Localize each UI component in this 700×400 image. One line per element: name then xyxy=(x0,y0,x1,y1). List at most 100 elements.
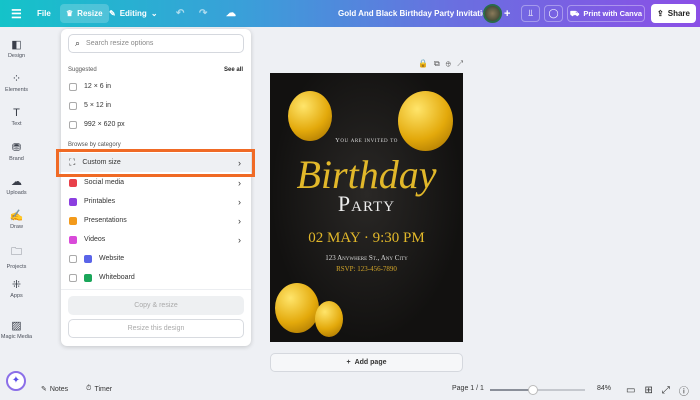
editing-label: Editing xyxy=(119,9,147,18)
printables-icon xyxy=(69,197,77,206)
help-icon[interactable]: ⓘ xyxy=(679,383,689,398)
sidebar-item-draw[interactable]: ✍ Draw xyxy=(0,209,33,230)
avatar[interactable] xyxy=(483,4,502,23)
design-icon: ◧ xyxy=(11,39,22,51)
crown-icon: ♛ xyxy=(66,9,74,18)
category-videos[interactable]: Videos › xyxy=(61,230,251,249)
notes-label: Notes xyxy=(49,385,69,393)
magic-assistant-button[interactable]: ✦ xyxy=(6,371,26,391)
suggestion-item[interactable]: 5 × 12 in xyxy=(61,96,251,115)
chevron-right-icon: › xyxy=(238,196,241,207)
text-icon: T xyxy=(13,107,20,119)
brand-icon: ⛃ xyxy=(11,142,22,154)
suggestion-label: 5 × 12 in xyxy=(84,102,112,109)
pages-view-icon[interactable]: ▭ xyxy=(626,385,635,396)
top-bar: ☰ File ♛ Resize ✎ Editing ⌄ ↶ ↷ ☁ Gold And … xyxy=(0,0,700,27)
sidebar-item-text[interactable]: T Text xyxy=(0,107,33,127)
sidebar-item-magic-media[interactable]: ▨ Magic Media xyxy=(0,319,33,340)
page-indicator[interactable]: Page 1 / 1 xyxy=(452,385,484,392)
category-website[interactable]: Website xyxy=(61,249,251,268)
custom-size-highlight xyxy=(56,149,255,177)
grid-view-icon[interactable]: ⊞ xyxy=(644,385,652,396)
undo-icon[interactable]: ↶ xyxy=(176,8,184,19)
print-button[interactable]: ⛟ Print with Canva xyxy=(567,5,645,22)
checkbox[interactable] xyxy=(69,120,77,129)
search-input[interactable]: ⌕ Search resize options xyxy=(68,34,244,53)
editing-dropdown[interactable]: ✎ Editing ⌄ xyxy=(109,9,158,18)
zoom-slider-thumb[interactable] xyxy=(527,385,538,395)
sidebar-label: Draw xyxy=(10,224,23,230)
add-collaborator-icon[interactable]: + xyxy=(504,8,510,20)
resize-button[interactable]: ♛ Resize xyxy=(60,4,109,23)
chevron-right-icon: › xyxy=(238,234,241,245)
page-tools-icons[interactable]: 🔒⧉⊕↗ xyxy=(418,59,469,69)
see-all-link[interactable]: See all xyxy=(224,67,243,73)
zoom-slider[interactable] xyxy=(490,385,585,395)
zoom-level[interactable]: 84% xyxy=(597,385,611,392)
chevron-right-icon: › xyxy=(238,177,241,188)
analytics-icon[interactable]: ⫫ xyxy=(521,5,540,22)
truck-icon: ⛟ xyxy=(569,8,580,18)
website-icon xyxy=(84,254,92,263)
pencil-icon: ✎ xyxy=(109,9,116,18)
balloon-image xyxy=(275,283,319,333)
notes-icon: ✎ xyxy=(41,386,47,393)
folder-icon: 🗀 xyxy=(11,246,22,258)
sidebar-label: Projects xyxy=(6,264,27,270)
share-label: Share xyxy=(667,9,690,18)
sidebar-label: Uploads xyxy=(6,190,27,196)
sidebar-item-apps[interactable]: ⁜ Apps xyxy=(0,278,33,299)
view-controls: ▭ ⊞ ⤢ ⓘ xyxy=(626,383,689,398)
chevron-right-icon: › xyxy=(238,215,241,226)
timer-label: Timer xyxy=(94,385,113,393)
sidebar-item-design[interactable]: ◧ Design xyxy=(0,38,33,59)
comment-icon[interactable]: ◯ xyxy=(544,5,563,22)
category-whiteboard[interactable]: Whiteboard xyxy=(61,268,251,287)
category-label: Videos xyxy=(84,236,106,243)
document-title[interactable]: Gold And Black Birthday Party Invitation xyxy=(338,9,492,18)
checkbox[interactable] xyxy=(69,82,77,91)
resize-panel: ⌕ Search resize options Suggested See all… xyxy=(61,29,251,346)
add-page-button[interactable]: + Add page xyxy=(270,353,463,372)
sidebar-item-projects[interactable]: 🗀 Projects xyxy=(0,243,33,270)
zoom-slider-fill xyxy=(490,389,533,391)
menu-icon[interactable]: ☰ xyxy=(11,7,22,21)
notes-button[interactable]: ✎ Notes xyxy=(41,385,69,394)
chevron-down-icon: ⌄ xyxy=(150,9,158,18)
suggestion-label: 992 × 620 px xyxy=(84,121,125,128)
category-presentations[interactable]: Presentations › xyxy=(61,211,251,230)
elements-icon: ⁘ xyxy=(11,73,22,85)
suggestion-item[interactable]: 12 × 6 in xyxy=(61,77,251,96)
file-menu[interactable]: File xyxy=(37,9,51,18)
share-button[interactable]: ⇪ Share xyxy=(651,4,696,23)
timer-icon: ⏱ xyxy=(86,385,92,392)
checkbox[interactable] xyxy=(69,273,77,282)
print-label: Print with Canva xyxy=(583,9,643,18)
sidebar: ◧ Design ⁘ Elements T Text ⛃ Brand ☁ Uploads … xyxy=(0,27,33,400)
sidebar-item-brand[interactable]: ⛃ Brand xyxy=(0,141,33,162)
checkbox[interactable] xyxy=(69,254,77,263)
fullscreen-icon[interactable]: ⤢ xyxy=(662,385,670,396)
copy-resize-button[interactable]: Copy & resize xyxy=(68,296,244,315)
party-title: Party xyxy=(337,191,396,216)
resize-design-button[interactable]: Resize this design xyxy=(68,319,244,338)
sidebar-item-uploads[interactable]: ☁ Uploads xyxy=(0,175,33,196)
category-label: Whiteboard xyxy=(99,274,135,281)
sidebar-label: Brand xyxy=(9,156,24,162)
share-icon: ⇪ xyxy=(657,9,664,18)
checkbox[interactable] xyxy=(69,101,77,110)
apps-icon: ⁜ xyxy=(11,279,22,291)
draw-icon: ✍ xyxy=(9,210,24,222)
redo-icon[interactable]: ↷ xyxy=(199,8,207,19)
whiteboard-icon xyxy=(84,273,92,282)
plus-icon: + xyxy=(346,359,351,366)
suggested-heading: Suggested xyxy=(68,67,97,73)
design-canvas[interactable]: You are invited to Birthday Party 02 MAY… xyxy=(270,73,463,342)
suggestion-item[interactable]: 992 × 620 px xyxy=(61,115,251,134)
balloon-image xyxy=(315,301,343,337)
cloud-save-icon[interactable]: ☁ xyxy=(226,8,236,19)
category-printables[interactable]: Printables › xyxy=(61,192,251,211)
search-icon: ⌕ xyxy=(75,38,81,48)
timer-button[interactable]: ⏱ Timer xyxy=(86,385,112,393)
sidebar-item-elements[interactable]: ⁘ Elements xyxy=(0,72,33,93)
